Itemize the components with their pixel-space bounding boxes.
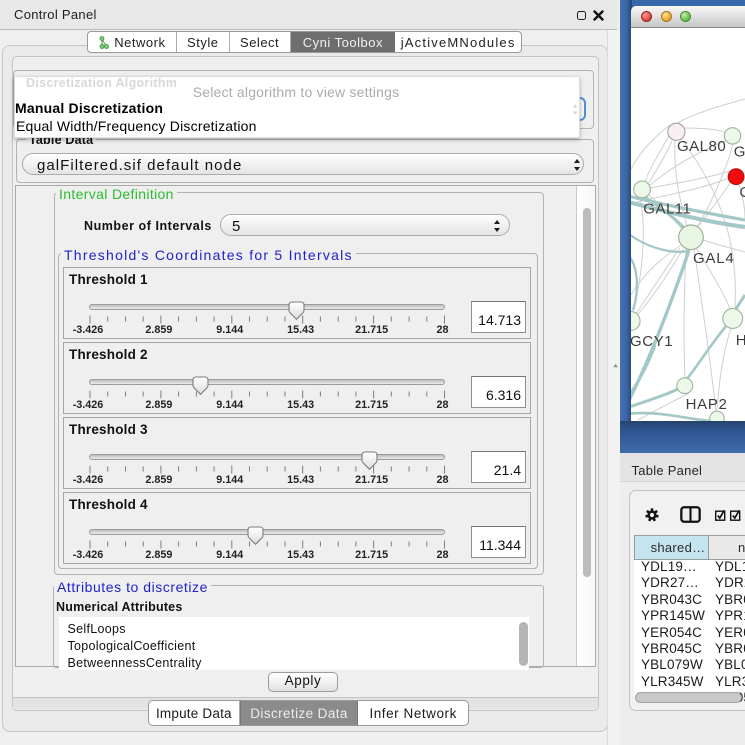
- svg-text:C: C: [739, 184, 745, 201]
- svg-text:H: H: [736, 332, 745, 349]
- svg-text:GCY1: GCY1: [631, 333, 673, 350]
- svg-text:GAL80: GAL80: [677, 138, 726, 155]
- svg-text:HAP2: HAP2: [686, 396, 728, 413]
- svg-text:GAL4: GAL4: [693, 250, 735, 267]
- svg-text:GAL11: GAL11: [643, 200, 691, 217]
- svg-text:GAL: GAL: [734, 143, 745, 160]
